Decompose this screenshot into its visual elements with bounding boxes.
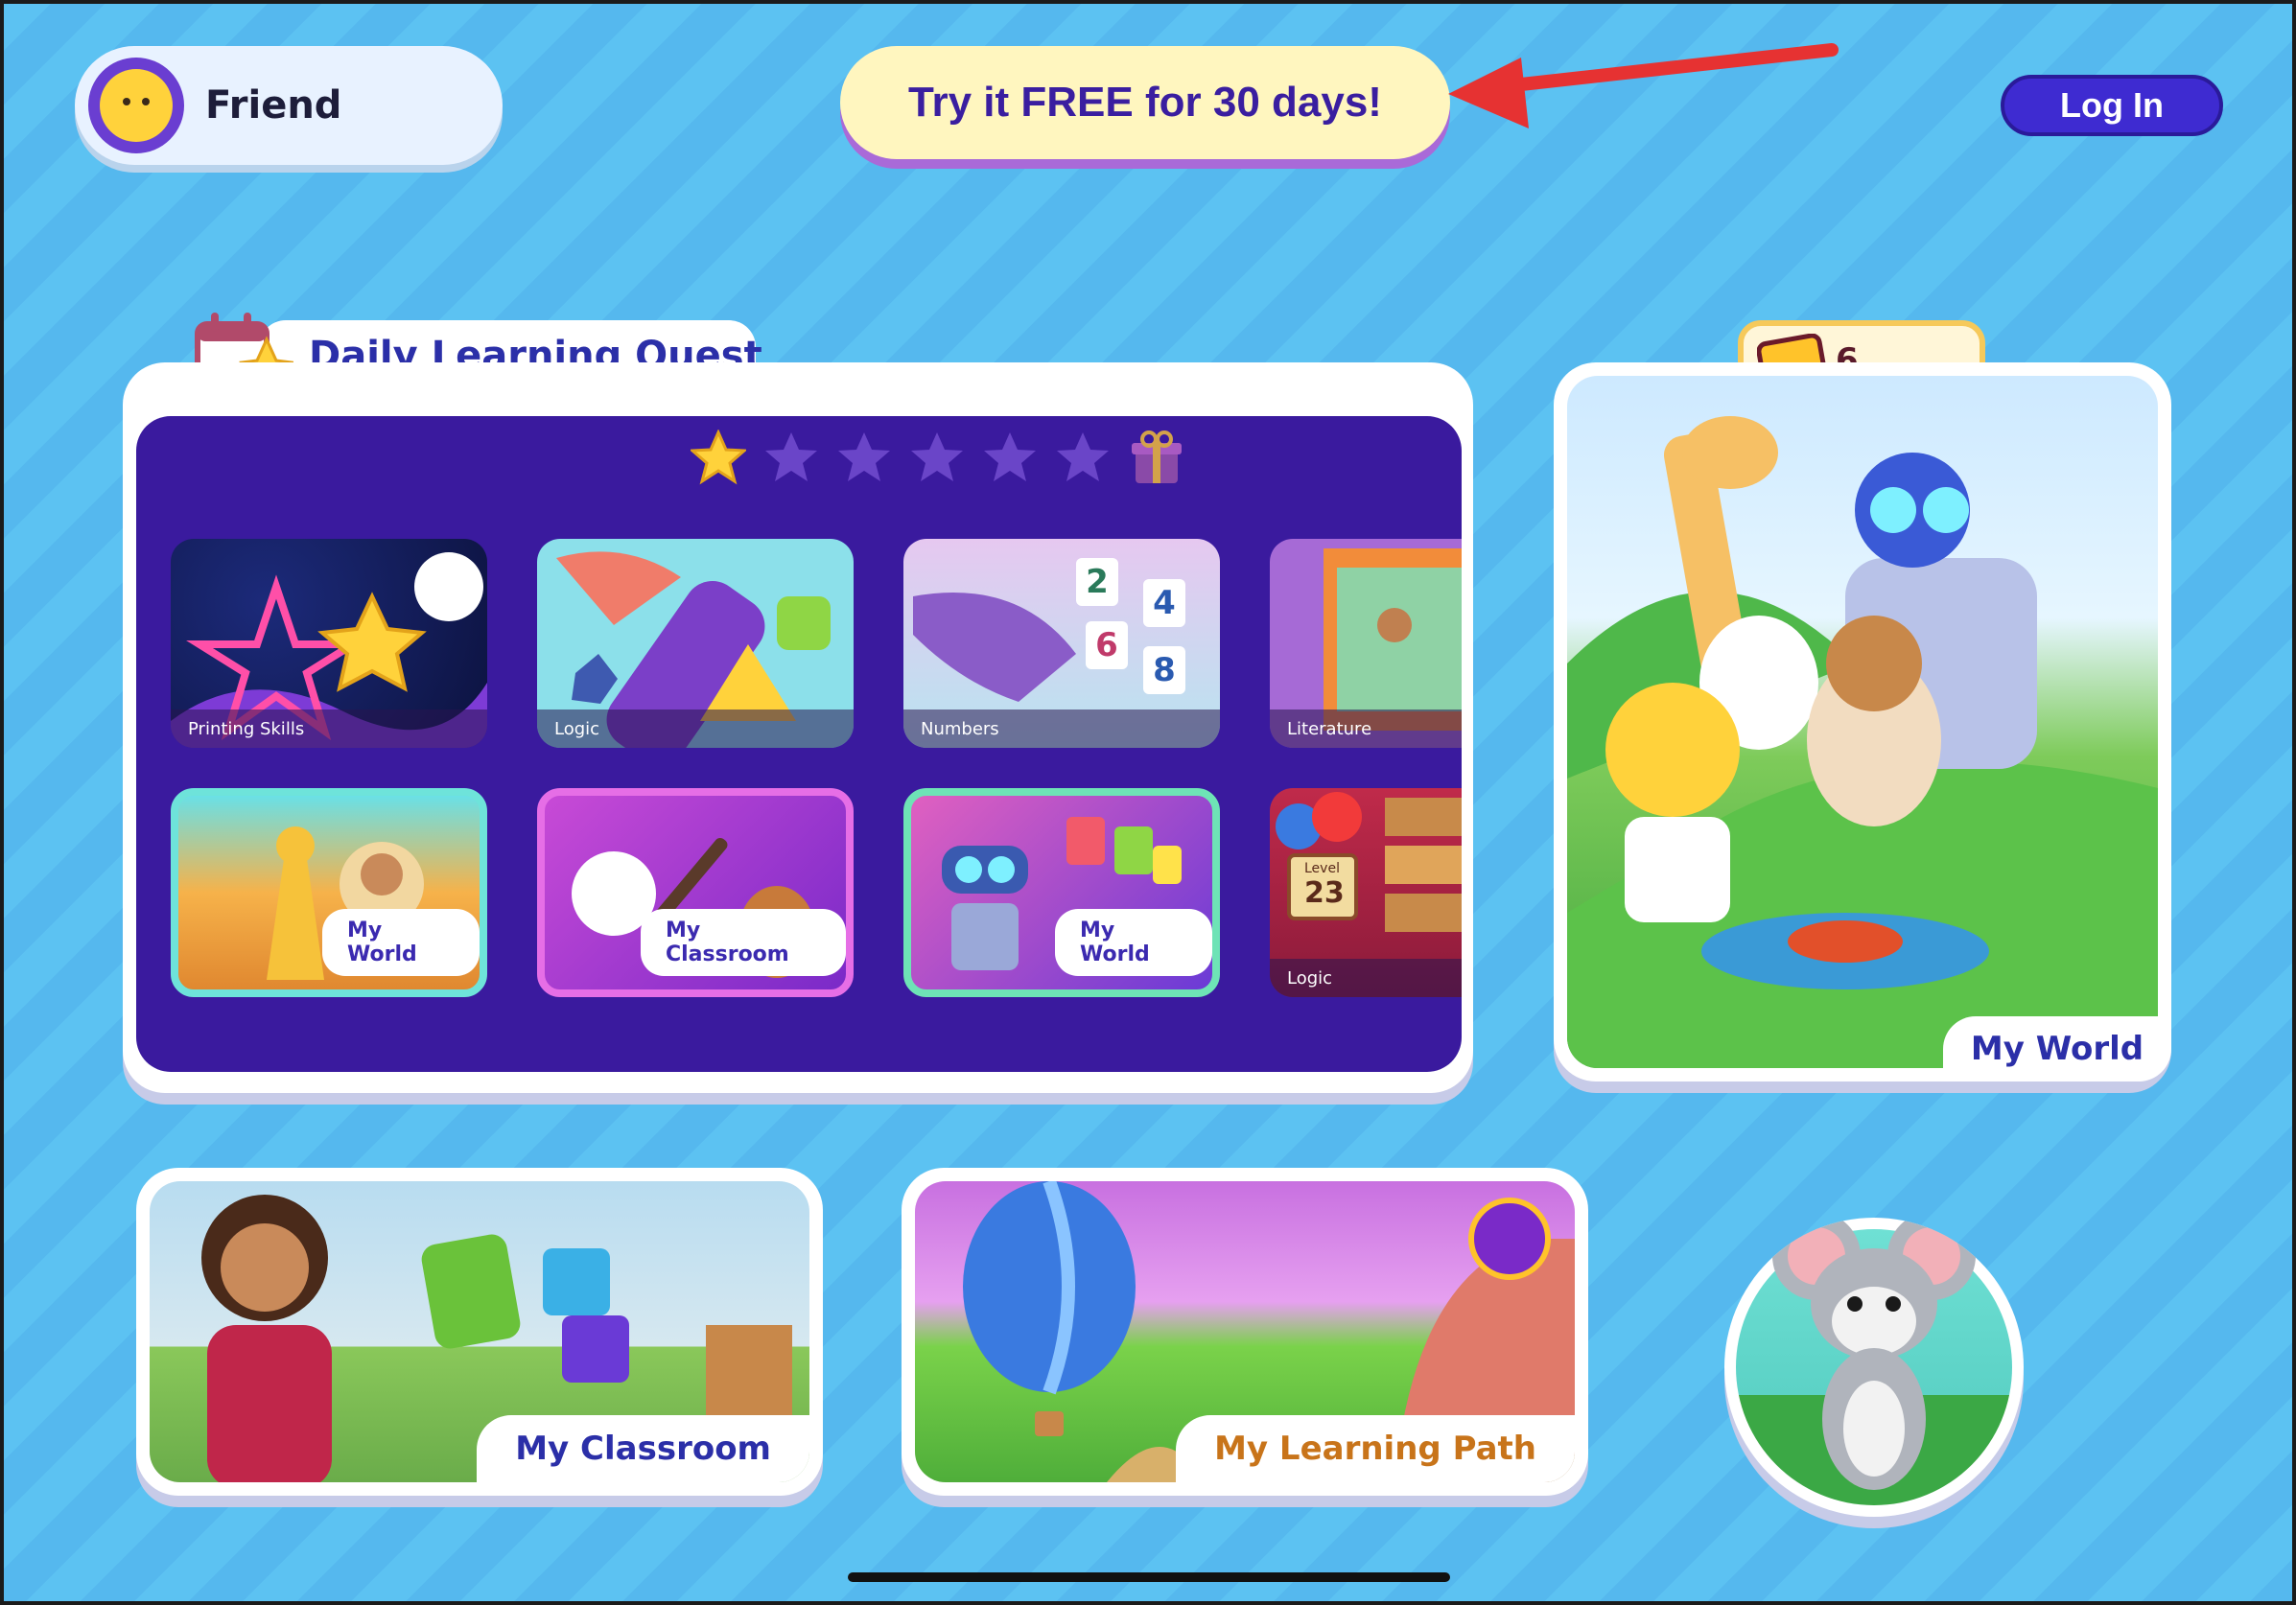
level-number: 23 <box>1304 876 1345 910</box>
avatar-face-icon <box>100 69 173 142</box>
svg-text:8: 8 <box>1153 651 1176 689</box>
my-world-label[interactable]: My World <box>1943 1016 2171 1082</box>
level-caption: Level <box>1304 861 1340 876</box>
login-button[interactable]: Log In <box>2001 75 2223 136</box>
activity-card-my-classroom-music[interactable]: My Classroom <box>537 788 854 997</box>
gift-icon <box>1132 430 1182 483</box>
mascot-button[interactable] <box>1724 1218 2024 1517</box>
quest-inner: Printing Skills Logic 2 4 6 8 Numbers Li… <box>136 416 1462 1072</box>
activity-card-logic-level[interactable]: Level 23 Logic <box>1270 788 1462 997</box>
star-icon <box>1057 432 1109 481</box>
star-icon <box>765 432 817 481</box>
profile-name: Friend <box>205 83 342 128</box>
star-icon <box>911 432 963 481</box>
svg-text:6: 6 <box>1095 626 1118 664</box>
activity-card-logic[interactable]: Logic <box>537 539 854 748</box>
card-label: Printing Skills <box>171 709 487 748</box>
my-learning-path-label: My Learning Path <box>1176 1415 1575 1482</box>
arrow-icon <box>1448 43 1839 128</box>
card-pill: My World <box>1055 909 1212 976</box>
star-icon <box>838 432 890 481</box>
activity-card-my-world-giraffe[interactable]: My World <box>171 788 487 997</box>
my-classroom-label: My Classroom <box>477 1415 809 1482</box>
world-characters-icon <box>1567 416 2158 1068</box>
svg-text:2: 2 <box>1086 563 1109 601</box>
activity-card-literature[interactable]: Literature <box>1270 539 1462 748</box>
card-label: Numbers <box>903 709 1220 748</box>
profile-chip[interactable]: Friend <box>75 46 503 165</box>
card-label: Logic <box>537 709 854 748</box>
activity-card-printing-skills[interactable]: Printing Skills <box>171 539 487 748</box>
star-icon <box>984 432 1036 481</box>
mouse-mascot-icon <box>1772 1218 1976 1490</box>
free-trial-button[interactable]: Try it FREE for 30 days! <box>840 46 1450 159</box>
activity-card-my-world-robot[interactable]: My World <box>903 788 1220 997</box>
home-indicator[interactable] <box>848 1572 1450 1582</box>
activity-card-numbers[interactable]: 2 4 6 8 Numbers <box>903 539 1220 748</box>
my-world-scene[interactable] <box>1567 376 2158 1068</box>
svg-text:4: 4 <box>1153 584 1176 622</box>
my-classroom-card[interactable]: My Classroom <box>136 1168 823 1496</box>
card-label: Logic <box>1270 959 1462 997</box>
my-learning-path-card[interactable]: My Learning Path <box>902 1168 1588 1496</box>
card-label: Literature <box>1270 709 1462 748</box>
card-pill: My Classroom <box>641 909 846 976</box>
quest-progress-stars <box>691 430 1185 487</box>
card-pill: My World <box>322 909 480 976</box>
star-icon <box>691 430 746 485</box>
avatar <box>88 58 184 153</box>
